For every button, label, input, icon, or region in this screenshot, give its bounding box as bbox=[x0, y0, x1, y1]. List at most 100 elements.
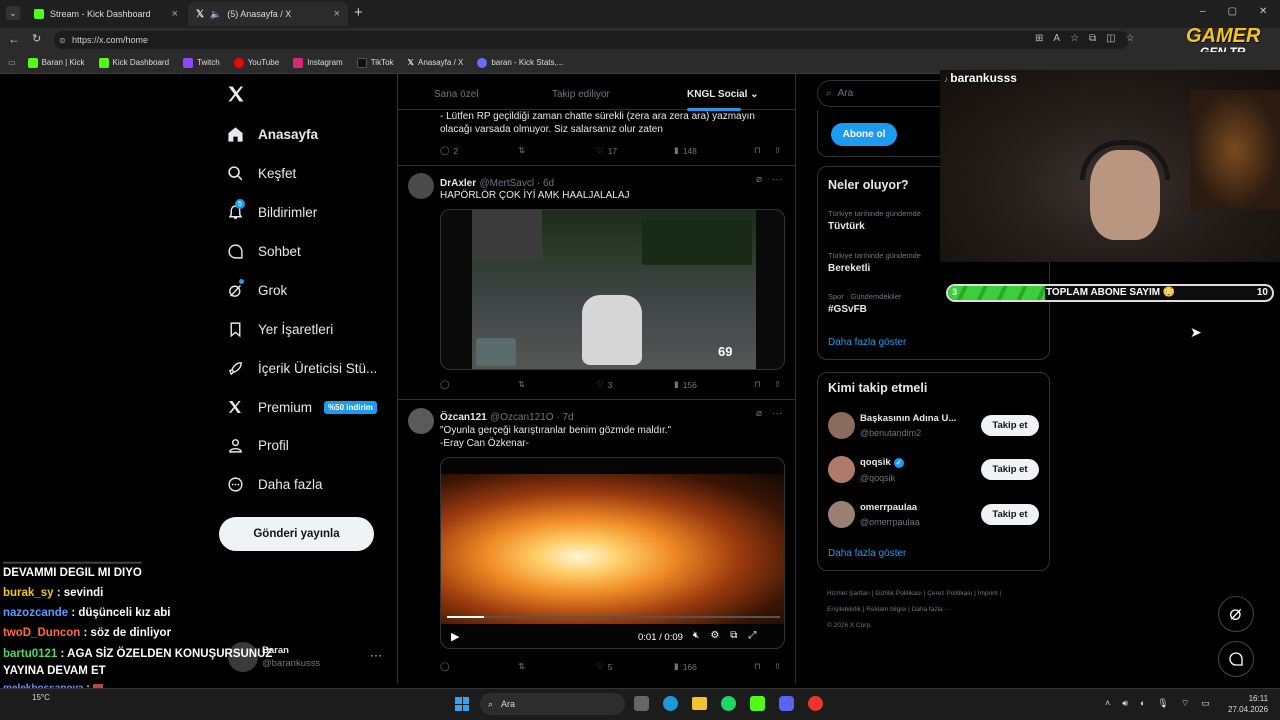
nav-home[interactable]: Anasayfa bbox=[226, 125, 318, 143]
post-button[interactable]: Gönderi yayınla bbox=[219, 517, 374, 551]
nav-premium[interactable]: Premium %50 indirim bbox=[226, 398, 377, 416]
avatar[interactable] bbox=[828, 501, 855, 528]
trend-item[interactable]: Türkiye tarihinde gündemde Bereketli bbox=[828, 251, 921, 274]
suggestion-name[interactable]: Başkasının Adına U... bbox=[860, 413, 956, 424]
tab-for-you[interactable]: Sana özel bbox=[434, 89, 478, 100]
bookmark-button[interactable]: ⊓ bbox=[754, 379, 761, 390]
footer-link[interactable]: Daha fazla ··· bbox=[912, 606, 951, 613]
tab-list-button[interactable]: ⌄ bbox=[6, 6, 20, 20]
maximize-icon[interactable]: ▢ bbox=[1228, 6, 1237, 17]
kick-icon[interactable] bbox=[750, 696, 765, 711]
account-more-icon[interactable]: ··· bbox=[370, 648, 382, 662]
like-button[interactable]: ♡ 5 bbox=[596, 661, 612, 672]
trend-item[interactable]: Spor · Gündemdekiler #GSvFB bbox=[828, 292, 901, 315]
nav-chat[interactable]: Sohbet bbox=[226, 242, 301, 260]
bookmark-twitch[interactable]: Twitch bbox=[183, 57, 220, 68]
close-icon[interactable]: × bbox=[172, 8, 178, 20]
like-button[interactable]: ♡ 17 bbox=[596, 145, 617, 156]
bookmark-baran-kick[interactable]: Baran | Kick bbox=[27, 57, 85, 68]
nav-more[interactable]: Daha fazla bbox=[226, 475, 323, 493]
video-player[interactable]: ▶ 0:01 / 0:09 🔇︎ ⚙ ⧉ ⤢ bbox=[440, 457, 785, 649]
app-icon[interactable] bbox=[808, 696, 823, 711]
weather-temp[interactable]: 15°C bbox=[32, 693, 50, 702]
reply-button[interactable]: ◯ 2 bbox=[440, 145, 458, 156]
apps-icon[interactable]: ⊞ bbox=[1035, 33, 1043, 44]
avatar[interactable] bbox=[828, 412, 855, 439]
reload-icon[interactable]: ↻ bbox=[32, 32, 41, 45]
show-more-follow-link[interactable]: Daha fazla göster bbox=[828, 548, 906, 559]
bookmark-tiktok[interactable]: TikTok bbox=[356, 57, 394, 68]
tweet-author[interactable]: DrAxler bbox=[440, 178, 476, 189]
back-icon[interactable]: ← bbox=[8, 32, 20, 46]
reply-button[interactable]: ◯ bbox=[440, 661, 450, 672]
footer-link[interactable]: Erişilebilirlik bbox=[827, 606, 861, 613]
bookmark-youtube[interactable]: YouTube bbox=[233, 57, 279, 68]
nav-profile[interactable]: Profil bbox=[226, 436, 289, 454]
extensions-icon[interactable]: ⧉ bbox=[1089, 33, 1096, 44]
tweet-handle[interactable]: @MertSavcl · 6d bbox=[479, 178, 554, 189]
repost-button[interactable]: ⇅ bbox=[518, 145, 525, 156]
speaker-icon[interactable]: 🔊︎ bbox=[1122, 698, 1128, 709]
split-icon[interactable]: ◫ bbox=[1106, 33, 1115, 44]
fullscreen-icon[interactable]: ⤢ bbox=[748, 630, 756, 641]
bookmark-button[interactable]: ⊓ bbox=[754, 145, 761, 156]
footer-link[interactable]: Imprint bbox=[978, 590, 998, 597]
avatar[interactable] bbox=[408, 408, 434, 434]
site-info-icon[interactable]: ⊜ bbox=[59, 36, 66, 45]
search-input[interactable]: ⌕ Ara bbox=[817, 80, 957, 107]
grok-floating-button[interactable] bbox=[1218, 596, 1254, 632]
footer-link[interactable]: Gizlilik Politikası bbox=[875, 590, 922, 597]
bookmark-kick-dashboard[interactable]: Kick Dashboard bbox=[98, 57, 169, 68]
avatar[interactable] bbox=[408, 173, 434, 199]
favorite-icon[interactable]: ☆ bbox=[1070, 33, 1079, 44]
repost-button[interactable]: ⇅ bbox=[518, 661, 525, 672]
grok-icon[interactable]: ⌀ bbox=[756, 408, 762, 419]
wifi-icon[interactable]: ⌔ bbox=[1181, 698, 1189, 709]
start-icon[interactable] bbox=[455, 697, 469, 711]
like-button[interactable]: ♡ 3 bbox=[596, 379, 612, 390]
footer-link[interactable]: Reklam bilgisi bbox=[866, 606, 906, 613]
tab-x-home[interactable]: 𝕏 🔈 (5) Anasayfa / X × bbox=[188, 2, 348, 26]
x-logo[interactable] bbox=[226, 84, 246, 104]
bookmark-x[interactable]: 𝕏 Anasayfa / X bbox=[408, 58, 464, 67]
suggestion-name[interactable]: omerrpaulaa bbox=[860, 502, 917, 513]
nav-grok[interactable]: Grok bbox=[226, 279, 287, 299]
favorites-icon[interactable]: ☆ bbox=[1126, 33, 1135, 44]
tweet-handle[interactable]: @Ozcan121O · 7d bbox=[490, 412, 574, 423]
tab-kick-dashboard[interactable]: Stream - Kick Dashboard × bbox=[26, 2, 186, 26]
avatar[interactable] bbox=[828, 456, 855, 483]
bookmark-kick-stats[interactable]: baran - Kick Stats,... bbox=[477, 57, 563, 68]
tab-kngl-social[interactable]: KNGL Social ⌄ bbox=[687, 89, 759, 100]
spotify-icon[interactable] bbox=[721, 696, 736, 711]
tweet-author[interactable]: Özcan121 bbox=[440, 412, 487, 423]
chevron-up-icon[interactable]: ˄ bbox=[1105, 698, 1110, 709]
clock[interactable]: 16:11 27.04.2026 bbox=[1228, 693, 1268, 715]
battery-icon[interactable]: ▭ bbox=[1201, 698, 1210, 709]
tab-following[interactable]: Takip ediliyor bbox=[552, 89, 610, 100]
follow-button[interactable]: Takip et bbox=[981, 504, 1039, 525]
close-icon[interactable]: × bbox=[334, 8, 340, 20]
views-button[interactable]: ▮ 166 bbox=[674, 661, 697, 672]
nav-creator-studio[interactable]: İçerik Üreticisi Stü... bbox=[226, 359, 377, 377]
mic-icon[interactable]: 🎙︎ bbox=[1157, 698, 1168, 709]
bookmark-button[interactable]: ⊓ bbox=[754, 661, 761, 672]
new-tab-button[interactable]: + bbox=[354, 4, 363, 21]
follow-button[interactable]: Takip et bbox=[981, 459, 1039, 480]
close-icon[interactable]: ✕ bbox=[1259, 6, 1267, 17]
video-progress-track[interactable] bbox=[447, 616, 780, 618]
address-bar[interactable]: ⊜ https://x.com/home bbox=[54, 31, 1129, 49]
share-button[interactable]: ⇧ bbox=[774, 661, 781, 672]
network-icon[interactable]: ◐ bbox=[1140, 698, 1145, 709]
more-icon[interactable]: ··· bbox=[772, 174, 782, 185]
trend-item[interactable]: Türkiye tarihinde gündemde Tüvtürk bbox=[828, 209, 921, 232]
more-icon[interactable]: ··· bbox=[772, 408, 782, 419]
share-button[interactable]: ⇧ bbox=[774, 145, 781, 156]
play-icon[interactable]: ▶ bbox=[451, 630, 459, 643]
grok-icon[interactable]: ⌀ bbox=[756, 174, 762, 185]
footer-link[interactable]: Hizmet Şartları bbox=[827, 590, 870, 597]
views-button[interactable]: ▮ 148 bbox=[674, 145, 697, 156]
suggestion-name-row[interactable]: qoqsik ✓ bbox=[860, 457, 904, 468]
footer-link[interactable]: Çerez Politikası bbox=[927, 590, 972, 597]
taskbar-search[interactable]: ⌕ Ara bbox=[480, 693, 625, 715]
messages-floating-button[interactable] bbox=[1218, 641, 1254, 677]
